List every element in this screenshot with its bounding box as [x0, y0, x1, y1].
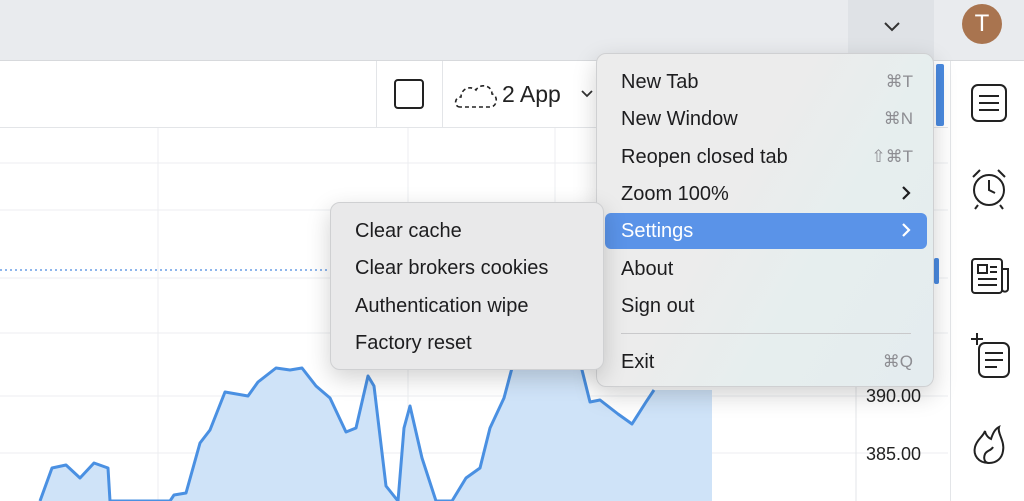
- price-axis-label: 385.00: [866, 444, 922, 464]
- menu-item-label: Zoom 100%: [621, 183, 729, 205]
- main-menu: New Tab ⌘T New Window ⌘N Reopen closed t…: [596, 53, 934, 387]
- scroll-indicator[interactable]: [934, 258, 939, 284]
- top-bar: T: [0, 0, 1024, 61]
- menu-separator: [621, 333, 911, 334]
- alarm-clock-icon[interactable]: [969, 165, 1009, 211]
- menu-item-label: Reopen closed tab: [621, 146, 788, 168]
- chevron-right-icon: [902, 186, 911, 200]
- fullscreen-square-button[interactable]: [394, 79, 424, 109]
- menu-item-label: About: [621, 258, 674, 280]
- submenu-item-clear-cache[interactable]: Clear cache: [339, 213, 595, 249]
- chevron-down-icon: [884, 22, 900, 32]
- list-icon[interactable]: [969, 81, 1009, 127]
- submenu-item-label: Factory reset: [355, 332, 472, 354]
- menu-item-shortcut: ⇧⌘T: [871, 147, 913, 166]
- menu-item-label: Sign out: [621, 295, 695, 317]
- menu-item-new-window[interactable]: New Window ⌘N: [605, 101, 927, 137]
- menu-item-new-tab[interactable]: New Tab ⌘T: [605, 64, 927, 100]
- menu-item-label: New Window: [621, 108, 738, 130]
- menu-item-settings[interactable]: Settings: [605, 213, 927, 249]
- chevron-down-icon[interactable]: [580, 89, 594, 99]
- submenu-item-label: Clear brokers cookies: [355, 257, 549, 279]
- settings-submenu: Clear cache Clear brokers cookies Authen…: [330, 202, 604, 370]
- menu-item-sign-out[interactable]: Sign out: [605, 288, 927, 324]
- submenu-item-clear-brokers-cookies[interactable]: Clear brokers cookies: [339, 250, 595, 286]
- submenu-item-label: Clear cache: [355, 220, 462, 242]
- menu-item-shortcut: ⌘T: [885, 72, 913, 91]
- menu-item-about[interactable]: About: [605, 251, 927, 287]
- submenu-item-authentication-wipe[interactable]: Authentication wipe: [339, 288, 595, 324]
- chevron-right-icon: [902, 223, 911, 237]
- submenu-item-label: Authentication wipe: [355, 295, 529, 317]
- avatar[interactable]: T: [962, 4, 1002, 44]
- toolbar-divider: [442, 61, 443, 127]
- tabs-dropdown-button[interactable]: [848, 0, 934, 60]
- toolbar-divider: [376, 61, 377, 127]
- menu-item-zoom[interactable]: Zoom 100%: [605, 176, 927, 212]
- menu-item-label: Exit: [621, 351, 655, 373]
- sparkle-list-icon[interactable]: [969, 331, 1010, 378]
- layout-app-label[interactable]: 2 App: [502, 81, 561, 108]
- flame-icon[interactable]: [969, 421, 1009, 467]
- menu-item-shortcut: ⌘N: [883, 109, 913, 128]
- right-sidebar: [950, 61, 1024, 501]
- menu-item-exit[interactable]: Exit ⌘Q: [605, 344, 927, 380]
- cloud-icon: [452, 79, 498, 118]
- price-axis-label: 390.00: [866, 386, 922, 406]
- menu-item-shortcut: ⌘Q: [882, 352, 913, 371]
- menu-item-label: Settings: [621, 220, 694, 242]
- newspaper-icon[interactable]: [969, 253, 1009, 299]
- submenu-item-factory-reset[interactable]: Factory reset: [339, 325, 595, 361]
- scroll-indicator[interactable]: [936, 64, 944, 126]
- menu-item-label: New Tab: [621, 71, 699, 93]
- menu-item-reopen-closed-tab[interactable]: Reopen closed tab ⇧⌘T: [605, 139, 927, 175]
